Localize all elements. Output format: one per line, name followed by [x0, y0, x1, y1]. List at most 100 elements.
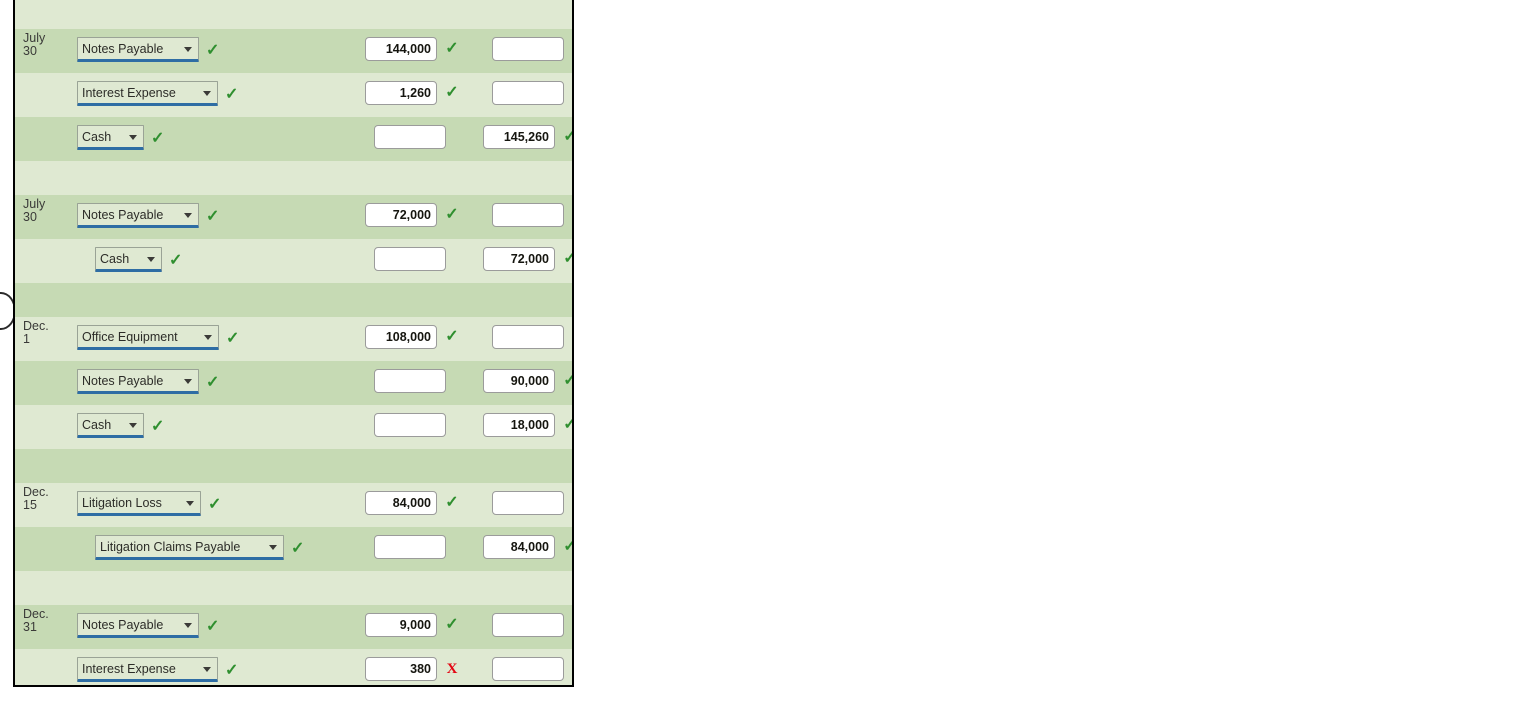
correct-check-icon: ✓: [445, 84, 459, 101]
account-select-group: Cash ✓: [77, 413, 164, 438]
debit-amount-input[interactable]: [374, 369, 446, 393]
chevron-down-icon: [129, 134, 137, 140]
account-select-value: Cash: [82, 417, 112, 432]
credit-amount-input[interactable]: [492, 657, 564, 681]
account-select[interactable]: Cash: [95, 247, 162, 272]
credit-amount-input[interactable]: [492, 37, 564, 61]
entry-date: Dec. 15: [23, 483, 69, 527]
credit-amount-input[interactable]: [492, 613, 564, 637]
journal-line-row: Dec.15 Litigation Loss ✓ ✓: [15, 483, 572, 527]
correct-check-icon: ✓: [291, 539, 305, 557]
chevron-down-icon: [184, 622, 192, 628]
journal-line-row: Cash ✓ ✓: [15, 117, 572, 161]
account-select[interactable]: Cash: [77, 413, 144, 438]
journal-line-row: Interest Expense ✓ ✓: [15, 73, 572, 117]
correct-check-icon: ✓: [562, 125, 572, 149]
account-select-value: Litigation Claims Payable: [100, 539, 241, 554]
entry-date-day: 30: [23, 210, 37, 225]
debit-amount-input[interactable]: [365, 203, 437, 227]
credit-amount-input[interactable]: [483, 125, 555, 149]
account-select-value: Interest Expense: [82, 85, 176, 100]
entry-date-day: 15: [23, 498, 37, 513]
account-select-group: Notes Payable ✓: [77, 37, 219, 62]
correct-check-icon: ✓: [225, 85, 239, 103]
account-select[interactable]: Litigation Claims Payable: [95, 535, 284, 560]
chevron-down-icon: [203, 90, 211, 96]
account-select[interactable]: Notes Payable: [77, 37, 199, 62]
journal-line-row: July30 Notes Payable ✓ ✓: [15, 29, 572, 73]
account-select[interactable]: Notes Payable: [77, 203, 199, 228]
correct-check-icon: ✓: [445, 40, 459, 57]
correct-check-icon: ✓: [445, 328, 459, 345]
journal-line-row: Interest Expense ✓ X: [15, 649, 572, 685]
account-select-value: Notes Payable: [82, 41, 164, 56]
credit-amount-input[interactable]: [492, 81, 564, 105]
account-select[interactable]: Notes Payable: [77, 613, 199, 638]
chevron-down-icon: [184, 212, 192, 218]
account-select-group: Litigation Claims Payable ✓: [95, 535, 304, 560]
spacer-row: [15, 449, 572, 483]
debit-amount-input[interactable]: [365, 657, 437, 681]
entry-date: July 30: [23, 29, 69, 73]
account-select-group: Interest Expense ✓: [77, 81, 238, 106]
credit-amount-input[interactable]: [492, 203, 564, 227]
account-select-value: Office Equipment: [82, 329, 178, 344]
debit-amount-input[interactable]: [365, 491, 437, 515]
chevron-down-icon: [203, 666, 211, 672]
credit-amount-input[interactable]: [483, 413, 555, 437]
credit-amount-input[interactable]: [483, 369, 555, 393]
debit-amount-input[interactable]: [365, 81, 437, 105]
credit-amount-input[interactable]: [492, 491, 564, 515]
debit-amount-input[interactable]: [374, 125, 446, 149]
account-select[interactable]: Interest Expense: [77, 657, 218, 682]
debit-amount-input[interactable]: [365, 325, 437, 349]
account-select-value: Cash: [100, 251, 130, 266]
account-select-group: Cash ✓: [95, 247, 182, 272]
debit-amount-input[interactable]: [374, 535, 446, 559]
entry-date: Dec. 31: [23, 605, 69, 649]
journal-entry-table: July30Notes Payable✓✓Interest Expense✓✓C…: [13, 0, 574, 687]
correct-check-icon: ✓: [225, 661, 239, 679]
journal-line-row: Dec.1 Office Equipment ✓ ✓: [15, 317, 572, 361]
incorrect-cross-icon: X: [446, 661, 458, 677]
journal-line-row: Notes Payable ✓ ✓: [15, 361, 572, 405]
credit-amount-input[interactable]: [492, 325, 564, 349]
account-select[interactable]: Office Equipment: [77, 325, 219, 350]
journal-line-row: Litigation Claims Payable ✓ ✓: [15, 527, 572, 571]
entry-date: July 30: [23, 195, 69, 239]
spacer-row: [15, 161, 572, 195]
account-select-value: Notes Payable: [82, 617, 164, 632]
spacer-row: [15, 283, 572, 317]
account-select-group: Cash ✓: [77, 125, 164, 150]
account-select[interactable]: Litigation Loss: [77, 491, 201, 516]
debit-amount-input[interactable]: [365, 613, 437, 637]
chevron-down-icon: [204, 334, 212, 340]
debit-amount-input[interactable]: [374, 247, 446, 271]
correct-check-icon: ✓: [445, 494, 459, 511]
account-select-value: Cash: [82, 129, 112, 144]
account-select-group: Interest Expense ✓: [77, 657, 238, 682]
account-select[interactable]: Cash: [77, 125, 144, 150]
account-select-group: Notes Payable ✓: [77, 369, 219, 394]
entry-date: Dec. 1: [23, 317, 69, 361]
debit-amount-input[interactable]: [365, 37, 437, 61]
journal-line-row: Cash ✓ ✓: [15, 405, 572, 449]
account-select-group: Notes Payable ✓: [77, 203, 219, 228]
account-select[interactable]: Interest Expense: [77, 81, 218, 106]
credit-amount-input[interactable]: [483, 247, 555, 271]
account-select-value: Notes Payable: [82, 373, 164, 388]
chevron-down-icon: [269, 544, 277, 550]
journal-line-row: July30 Notes Payable ✓ ✓: [15, 195, 572, 239]
correct-check-icon: ✓: [206, 617, 220, 635]
correct-check-icon: ✓: [445, 616, 459, 633]
correct-check-icon: ✓: [206, 207, 220, 225]
debit-amount-input[interactable]: [374, 413, 446, 437]
account-select-value: Notes Payable: [82, 207, 164, 222]
correct-check-icon: ✓: [151, 417, 165, 435]
entry-date-day: 31: [23, 620, 37, 635]
account-select-group: Office Equipment ✓: [77, 325, 239, 350]
credit-amount-input[interactable]: [483, 535, 555, 559]
correct-check-icon: ✓: [169, 251, 183, 269]
spacer-row: [15, 0, 572, 29]
account-select[interactable]: Notes Payable: [77, 369, 199, 394]
